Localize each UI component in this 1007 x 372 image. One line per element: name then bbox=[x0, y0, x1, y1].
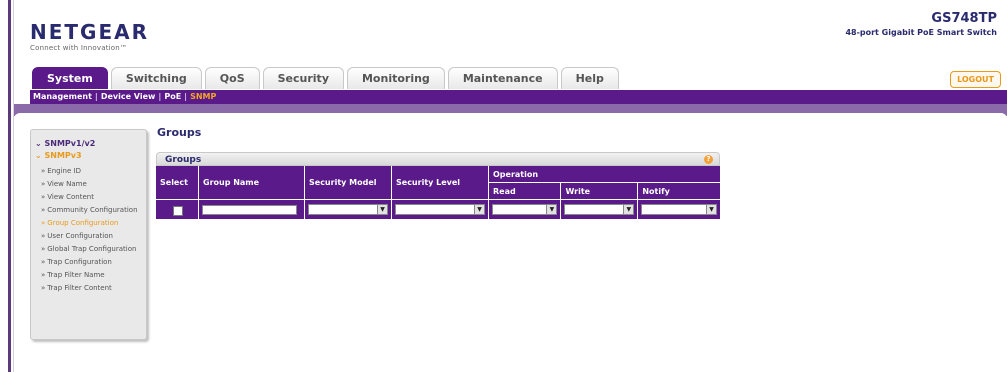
sidebar-section-label: SNMPv1/v2 bbox=[44, 139, 96, 148]
sidebar-item-user-configuration[interactable]: » User Configuration bbox=[31, 232, 146, 241]
tab-qos[interactable]: QoS bbox=[204, 67, 260, 89]
sidebar-item-trap-filter-content[interactable]: » Trap Filter Content bbox=[31, 284, 146, 293]
table-row: ▼ ▼ ▼ ▼ ▼ bbox=[156, 199, 720, 220]
sidebar: ⌄ SNMPv1/v2 ⌄ SNMPv3 » Engine ID » View Na… bbox=[30, 129, 147, 340]
left-frame-border bbox=[8, 0, 11, 372]
security-level-select[interactable]: ▼ bbox=[395, 204, 485, 215]
subnav-separator: | bbox=[184, 92, 188, 101]
sidebar-item-engine-id[interactable]: » Engine ID bbox=[31, 167, 146, 176]
write-cell: ▼ bbox=[560, 199, 639, 219]
netgear-logo: NETGEAR Connect with Innovation™ bbox=[30, 22, 149, 52]
tab-maintenance[interactable]: Maintenance bbox=[447, 67, 558, 89]
sidebar-item-label: Global Trap Configuration bbox=[47, 245, 137, 253]
sidebar-item-community-configuration[interactable]: » Community Configuration bbox=[31, 206, 146, 215]
col-security-model: Security Model bbox=[304, 166, 392, 200]
security-model-select[interactable]: ▼ bbox=[308, 204, 388, 215]
col-select: Select bbox=[156, 166, 199, 200]
sidebar-section-label: SNMPv3 bbox=[44, 151, 82, 160]
sidebar-item-view-name[interactable]: » View Name bbox=[31, 180, 146, 189]
sidebar-item-label: View Content bbox=[47, 193, 94, 201]
tab-help[interactable]: Help bbox=[560, 67, 619, 89]
sidebar-item-trap-filter-name[interactable]: » Trap Filter Name bbox=[31, 271, 146, 280]
tab-security[interactable]: Security bbox=[262, 67, 344, 89]
col-security-level: Security Level bbox=[391, 166, 489, 200]
sidebar-item-group-configuration[interactable]: » Group Configuration bbox=[31, 219, 146, 228]
main-tabs: System Switching QoS Security Monitoring… bbox=[32, 67, 619, 89]
sub-navigation: Management | Device View | PoE | SNMP bbox=[30, 90, 1007, 104]
sidebar-item-label: User Configuration bbox=[47, 232, 113, 240]
brand-tagline: Connect with Innovation™ bbox=[30, 44, 128, 52]
left-frame-line bbox=[13, 0, 14, 372]
dropdown-arrow-icon: ▼ bbox=[377, 205, 387, 214]
write-select[interactable]: ▼ bbox=[564, 204, 635, 215]
read-select[interactable]: ▼ bbox=[492, 204, 558, 215]
sidebar-section-snmpv3[interactable]: ⌄ SNMPv3 bbox=[31, 150, 146, 162]
bullet-icon: » bbox=[41, 219, 46, 227]
bullet-icon: » bbox=[41, 206, 46, 214]
col-notify: Notify bbox=[637, 182, 720, 200]
brand-name: NETGEAR bbox=[30, 20, 149, 44]
sidebar-section-snmpv1-v2[interactable]: ⌄ SNMPv1/v2 bbox=[31, 138, 146, 150]
groups-table: Select Group Name Security Model Securit… bbox=[156, 166, 720, 219]
bullet-icon: » bbox=[41, 167, 46, 175]
panel-title: Groups bbox=[165, 155, 202, 165]
security-model-cell: ▼ bbox=[304, 199, 392, 219]
sidebar-item-view-content[interactable]: » View Content bbox=[31, 193, 146, 202]
dropdown-arrow-icon: ▼ bbox=[706, 205, 716, 214]
bullet-icon: » bbox=[41, 193, 46, 201]
select-cell bbox=[156, 199, 199, 219]
chevron-down-icon: ⌄ bbox=[35, 151, 42, 160]
page-title: Groups bbox=[157, 126, 202, 139]
content-top-curve bbox=[14, 113, 1007, 119]
tab-system[interactable]: System bbox=[32, 67, 108, 89]
groups-panel: Groups ? Select Group Name Security Mode… bbox=[156, 152, 720, 219]
notify-cell: ▼ bbox=[638, 200, 720, 220]
chevron-down-icon: ⌄ bbox=[35, 139, 42, 148]
tab-switching[interactable]: Switching bbox=[110, 67, 202, 89]
model-name: GS748TP bbox=[931, 11, 997, 26]
read-cell: ▼ bbox=[488, 199, 562, 219]
sidebar-item-label: Trap Configuration bbox=[47, 258, 112, 266]
dropdown-arrow-icon: ▼ bbox=[474, 205, 484, 214]
panel-header: Groups ? bbox=[156, 152, 720, 166]
subnav-device-view[interactable]: Device View bbox=[101, 92, 156, 101]
subnav-poe[interactable]: PoE bbox=[164, 92, 181, 101]
bullet-icon: » bbox=[41, 258, 46, 266]
help-icon[interactable]: ? bbox=[704, 155, 713, 164]
security-level-cell: ▼ bbox=[391, 199, 489, 219]
model-description: 48-port Gigabit PoE Smart Switch bbox=[845, 28, 997, 37]
group-name-cell bbox=[198, 199, 305, 219]
col-group-name: Group Name bbox=[198, 166, 305, 200]
sidebar-item-global-trap-configuration[interactable]: » Global Trap Configuration bbox=[31, 245, 146, 254]
notify-select[interactable]: ▼ bbox=[641, 204, 717, 215]
subnav-snmp[interactable]: SNMP bbox=[190, 92, 216, 101]
bullet-icon: » bbox=[41, 245, 46, 253]
dropdown-arrow-icon: ▼ bbox=[546, 205, 557, 214]
bullet-icon: » bbox=[41, 271, 46, 279]
sidebar-item-label: Group Configuration bbox=[47, 219, 119, 227]
col-read: Read bbox=[488, 182, 562, 200]
group-name-input[interactable] bbox=[202, 204, 297, 215]
subnav-separator: | bbox=[94, 92, 98, 101]
bullet-icon: » bbox=[41, 232, 46, 240]
sidebar-item-label: Community Configuration bbox=[47, 206, 138, 214]
sidebar-item-label: Trap Filter Content bbox=[47, 284, 112, 292]
model-info: GS748TP 48-port Gigabit PoE Smart Switch bbox=[845, 11, 997, 38]
subnav-separator: | bbox=[158, 92, 162, 101]
sidebar-item-label: View Name bbox=[47, 180, 87, 188]
sidebar-item-label: Trap Filter Name bbox=[47, 271, 105, 279]
subnav-management[interactable]: Management bbox=[33, 92, 92, 101]
col-operation: Operation bbox=[488, 166, 720, 183]
tab-monitoring[interactable]: Monitoring bbox=[346, 67, 445, 89]
logout-button[interactable]: LOGOUT bbox=[950, 71, 1001, 88]
bullet-icon: » bbox=[41, 180, 46, 188]
sidebar-item-label: Engine ID bbox=[47, 167, 81, 175]
dropdown-arrow-icon: ▼ bbox=[623, 205, 634, 214]
bullet-icon: » bbox=[41, 284, 46, 292]
select-checkbox[interactable] bbox=[173, 205, 183, 216]
col-write: Write bbox=[560, 182, 639, 200]
sidebar-item-trap-configuration[interactable]: » Trap Configuration bbox=[31, 258, 146, 267]
